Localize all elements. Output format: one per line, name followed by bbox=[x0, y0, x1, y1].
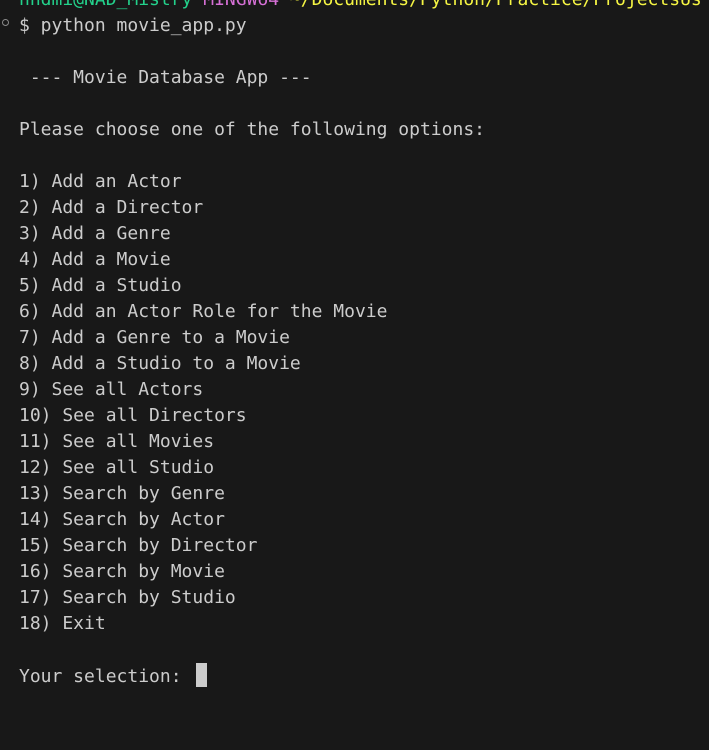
text-cursor[interactable] bbox=[196, 663, 208, 687]
menu-option: 8) Add a Studio to a Movie bbox=[19, 353, 301, 374]
menu-option: 1) Add an Actor bbox=[19, 171, 182, 192]
menu-option: 2) Add a Director bbox=[19, 197, 204, 218]
menu-option: 12) See all Studio bbox=[19, 457, 215, 478]
menu-option: 15) Search by Director bbox=[19, 535, 258, 556]
menu-option: 13) Search by Genre bbox=[19, 483, 225, 504]
menu-option: 18) Exit bbox=[19, 613, 106, 634]
command-status-icon[interactable] bbox=[2, 19, 9, 26]
menu-option: 14) Search by Actor bbox=[19, 509, 225, 530]
menu-option: 16) Search by Movie bbox=[19, 561, 225, 582]
menu-option: 9) See all Actors bbox=[19, 379, 204, 400]
shell-prompt: nndmi@NAD_Mistry MINGW64 ~/Documents/Pyt… bbox=[19, 0, 702, 13]
menu-option: 3) Add a Genre bbox=[19, 223, 171, 244]
app-title: --- Movie Database App --- bbox=[19, 67, 312, 88]
selection-input-line[interactable]: Your selection: bbox=[19, 663, 485, 689]
selection-prompt: Your selection: bbox=[19, 666, 182, 687]
prompt-path: ~/Documents/Python/Practice/ProjectsUs bbox=[290, 0, 702, 10]
menu-option: 17) Search by Studio bbox=[19, 587, 236, 608]
menu-option: 5) Add a Studio bbox=[19, 275, 182, 296]
menu-option: 4) Add a Movie bbox=[19, 249, 171, 270]
program-output: --- Movie Database App --- Please choose… bbox=[19, 65, 485, 689]
menu-option: 6) Add an Actor Role for the Movie bbox=[19, 301, 388, 322]
terminal-window[interactable]: nndmi@NAD_Mistry MINGW64 ~/Documents/Pyt… bbox=[0, 0, 709, 750]
command-line: $ python movie_app.py bbox=[19, 15, 247, 36]
menu-option: 10) See all Directors bbox=[19, 405, 247, 426]
instruction-text: Please choose one of the following optio… bbox=[19, 119, 485, 140]
menu-option: 11) See all Movies bbox=[19, 431, 215, 452]
menu-option: 7) Add a Genre to a Movie bbox=[19, 327, 290, 348]
prompt-user-host: nndmi@NAD_Mistry bbox=[19, 0, 192, 10]
prompt-msystem: MINGW64 bbox=[203, 0, 279, 10]
